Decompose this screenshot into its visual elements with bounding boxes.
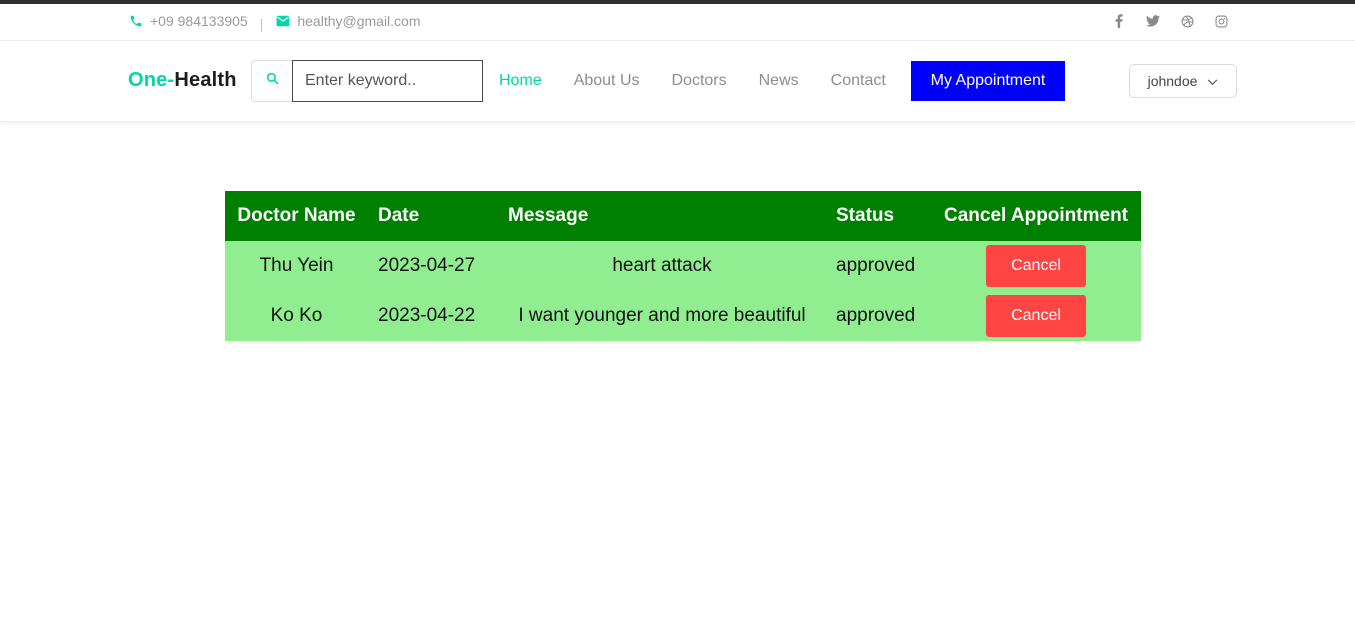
nav-news[interactable]: News [759, 72, 799, 90]
cell-date: 2023-04-22 [378, 305, 476, 326]
instagram-icon[interactable] [1211, 12, 1231, 30]
nav-about-us[interactable]: About Us [574, 72, 640, 90]
cell-doctor-name: Thu Yein [259, 255, 334, 276]
header-status: Status [836, 205, 895, 226]
cell-doctor-name: Ko Ko [270, 305, 323, 326]
contact-separator: | [259, 16, 264, 32]
header-message: Message [508, 205, 589, 226]
primary-nav: Home About Us Doctors News Contact [499, 72, 918, 90]
header-date: Date [378, 205, 420, 226]
header-doctor-name: Doctor Name [237, 205, 356, 226]
appointments-table-container: Doctor Name Date Message Status Cancel A… [225, 191, 1141, 341]
twitter-icon[interactable] [1143, 12, 1163, 30]
user-menu-dropdown[interactable]: johndoe [1129, 64, 1237, 98]
mail-icon [275, 13, 291, 29]
cell-cancel: Cancel [931, 241, 1141, 291]
cell-message: I want younger and more beautiful [518, 305, 806, 326]
top-bar: +09 984133905 | healthy@gmail.com [0, 4, 1355, 41]
cell-cancel: Cancel [931, 291, 1141, 341]
cell-status: approved [836, 255, 916, 276]
cancel-appointment-button[interactable]: Cancel [986, 245, 1086, 287]
nav-doctors[interactable]: Doctors [672, 72, 727, 90]
social-links [1109, 12, 1231, 30]
phone-icon [128, 13, 144, 29]
search-input[interactable] [292, 60, 483, 102]
cell-message: heart attack [612, 255, 712, 276]
nav-home[interactable]: Home [499, 72, 542, 90]
search-form [251, 60, 483, 102]
appointments-table: Doctor Name Date Message Status Cancel A… [225, 191, 1141, 341]
table-row: Ko Ko 2023-04-22 I want younger and more… [225, 291, 1141, 341]
my-appointment-button[interactable]: My Appointment [911, 61, 1065, 101]
contact-info: +09 984133905 | healthy@gmail.com [128, 12, 421, 32]
email-address: healthy@gmail.com [297, 13, 421, 29]
facebook-icon[interactable] [1109, 12, 1129, 30]
main-navbar: One-Health Home About Us Doctors News Co… [0, 41, 1355, 122]
brand-name-part1: One- [128, 69, 175, 91]
table-row: Thu Yein 2023-04-27 heart attack approve… [225, 241, 1141, 291]
phone-number: +09 984133905 [150, 13, 248, 29]
dribbble-icon[interactable] [1177, 12, 1197, 30]
nav-contact[interactable]: Contact [831, 72, 886, 90]
search-button[interactable] [251, 60, 292, 102]
brand-logo[interactable]: One-Health [128, 69, 237, 92]
brand-name-part2: Health [174, 69, 237, 91]
cancel-appointment-button[interactable]: Cancel [986, 295, 1086, 337]
cell-status: approved [836, 305, 916, 326]
table-header-row: Doctor Name Date Message Status Cancel A… [225, 191, 1141, 241]
header-cancel-appointment: Cancel Appointment [943, 205, 1129, 226]
cell-date: 2023-04-27 [378, 255, 476, 276]
username: johndoe [1147, 73, 1198, 89]
chevron-down-icon [1207, 73, 1218, 89]
search-icon [266, 72, 279, 90]
